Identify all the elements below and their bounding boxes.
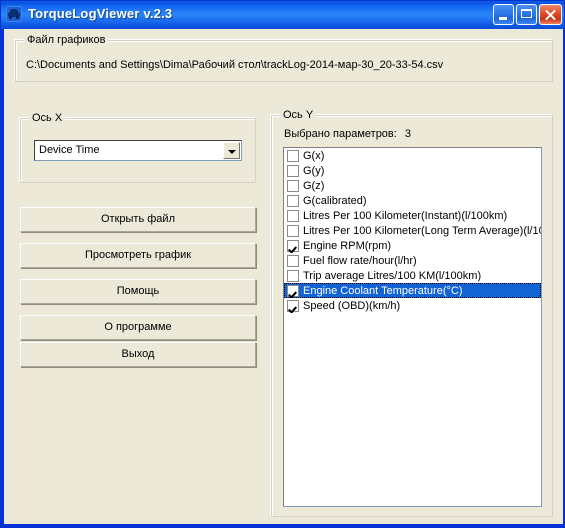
list-item-label: Trip average Litres/100 KM(l/100km) — [303, 269, 482, 282]
selected-count-label: Выбрано параметров: — [284, 128, 397, 140]
help-button[interactable]: Помощь — [20, 279, 256, 304]
checkbox-checked-icon[interactable] — [287, 299, 299, 312]
checkbox-unchecked-icon[interactable] — [287, 209, 299, 222]
selected-count-value: 3 — [404, 128, 411, 140]
checkbox-checked-icon[interactable] — [287, 284, 299, 297]
chevron-down-icon — [228, 150, 236, 154]
car-icon — [6, 6, 22, 22]
list-item[interactable]: G(y) — [284, 163, 541, 178]
checkbox-unchecked-icon[interactable] — [287, 254, 299, 267]
minimize-button[interactable] — [493, 4, 514, 25]
list-item[interactable]: Trip average Litres/100 KM(l/100km) — [284, 268, 541, 283]
list-item-label: Speed (OBD)(km/h) — [303, 299, 401, 312]
list-item[interactable]: Litres Per 100 Kilometer(Long Term Avera… — [284, 223, 541, 238]
checkbox-checked-icon[interactable] — [287, 239, 299, 252]
title-bar[interactable]: TorqueLogViewer v.2.3 — [1, 1, 564, 29]
window-title: TorqueLogViewer v.2.3 — [28, 6, 173, 21]
list-item-label: Engine Coolant Temperature(°C) — [303, 284, 463, 297]
window-controls — [493, 4, 562, 25]
file-group: Файл графиков C:\Documents and Settings\… — [15, 34, 553, 82]
list-item[interactable]: Engine Coolant Temperature(°C) — [284, 283, 541, 298]
file-group-legend: Файл графиков — [24, 34, 109, 46]
list-item-label: Litres Per 100 Kilometer(Long Term Avera… — [303, 224, 541, 237]
x-axis-group-legend: Ось X — [29, 112, 66, 124]
x-axis-group: Ось X Device Time — [20, 112, 256, 183]
view-chart-button[interactable]: Просмотреть график — [20, 243, 256, 268]
application-window: TorqueLogViewer v.2.3 Файл графиков C:\D… — [0, 0, 565, 528]
maximize-icon — [521, 9, 532, 18]
checkbox-unchecked-icon[interactable] — [287, 194, 299, 207]
checkbox-unchecked-icon[interactable] — [287, 224, 299, 237]
list-item[interactable]: G(x) — [284, 148, 541, 163]
exit-button[interactable]: Выход — [20, 342, 256, 367]
open-file-button[interactable]: Открыть файл — [20, 207, 256, 232]
list-item[interactable]: Fuel flow rate/hour(l/hr) — [284, 253, 541, 268]
checkbox-unchecked-icon[interactable] — [287, 179, 299, 192]
list-item-label: G(z) — [303, 179, 325, 192]
x-axis-combobox[interactable]: Device Time — [34, 140, 242, 161]
file-path-text: C:\Documents and Settings\Dima\Рабочий с… — [26, 59, 444, 71]
minimize-icon — [499, 17, 507, 20]
client-area: Файл графиков C:\Documents and Settings\… — [4, 29, 563, 524]
list-item-label: Fuel flow rate/hour(l/hr) — [303, 254, 417, 267]
list-item[interactable]: Engine RPM(rpm) — [284, 238, 541, 253]
about-button[interactable]: О программе — [20, 315, 256, 340]
selected-count: Выбрано параметров: 3 — [284, 128, 411, 140]
maximize-button[interactable] — [516, 4, 537, 25]
y-axis-group-legend: Ось Y — [280, 109, 317, 121]
list-item-label: Litres Per 100 Kilometer(Instant)(l/100k… — [303, 209, 508, 222]
x-axis-combobox-button[interactable] — [223, 142, 240, 159]
y-axis-group: Ось Y Выбрано параметров: 3 G(x) G(y) G(z) G… — [271, 109, 553, 517]
checkbox-unchecked-icon[interactable] — [287, 269, 299, 282]
list-item-label: G(y) — [303, 164, 325, 177]
list-item[interactable]: G(z) — [284, 178, 541, 193]
list-item-label: Engine RPM(rpm) — [303, 239, 392, 252]
checkbox-unchecked-icon[interactable] — [287, 164, 299, 177]
close-button[interactable] — [539, 4, 562, 25]
list-item-label: G(x) — [303, 149, 325, 162]
list-item[interactable]: Speed (OBD)(km/h) — [284, 298, 541, 313]
x-axis-combobox-value: Device Time — [39, 144, 100, 156]
list-item-label: G(calibrated) — [303, 194, 367, 207]
list-item[interactable]: Litres Per 100 Kilometer(Instant)(l/100k… — [284, 208, 541, 223]
checkbox-unchecked-icon[interactable] — [287, 149, 299, 162]
y-axis-listbox[interactable]: G(x) G(y) G(z) G(calibrated) Litres Per 100 … — [283, 147, 542, 507]
list-item[interactable]: G(calibrated) — [284, 193, 541, 208]
